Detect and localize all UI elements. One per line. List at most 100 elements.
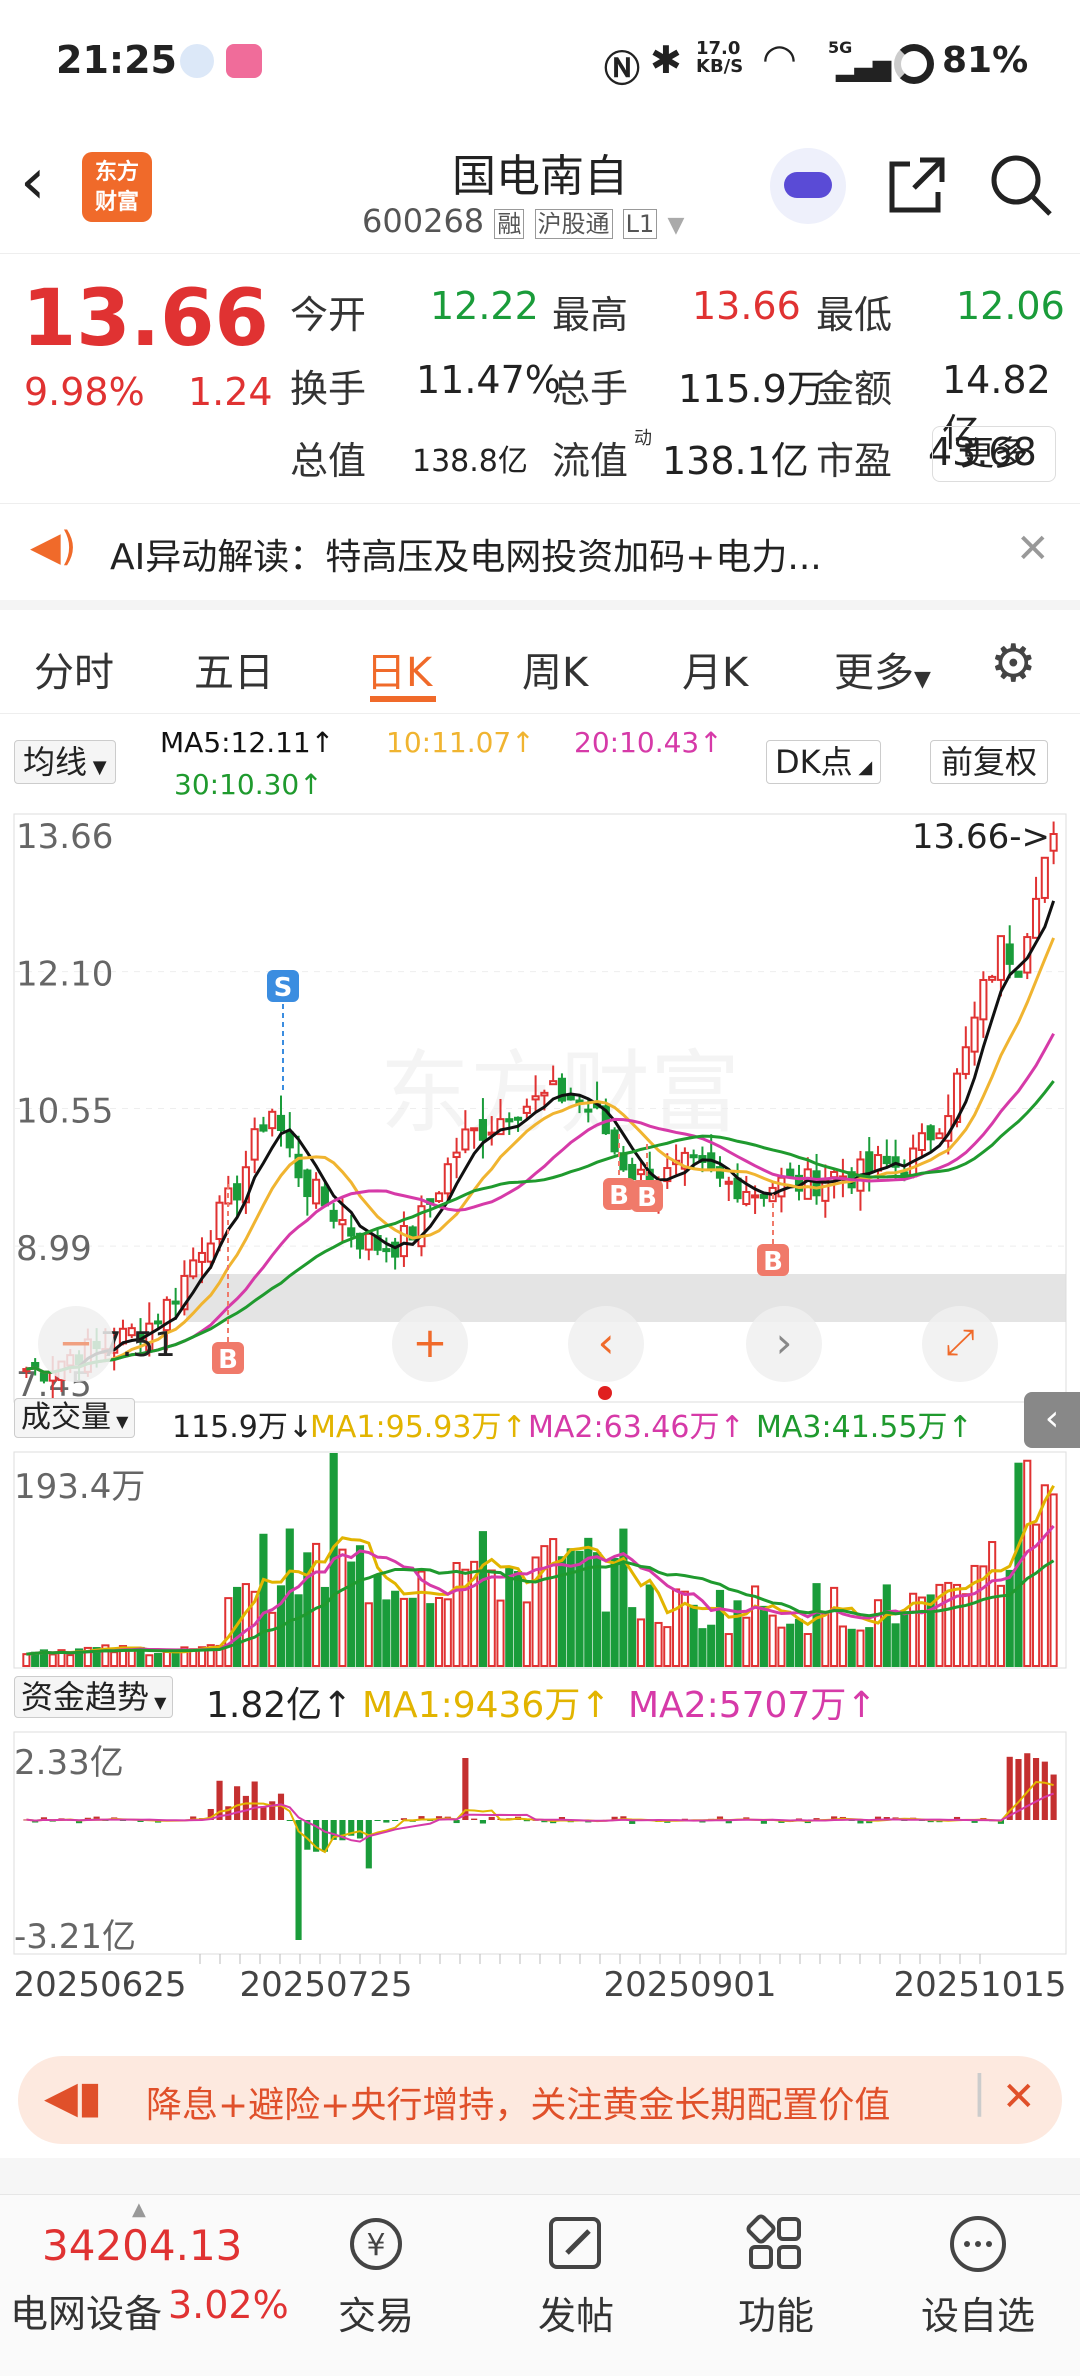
volume-bar bbox=[294, 1594, 303, 1667]
tab-more[interactable]: 更多▼ bbox=[834, 640, 931, 698]
quote-label: 总值 bbox=[290, 439, 367, 483]
candle-body bbox=[970, 1016, 979, 1053]
quote-value: 138.8亿 bbox=[412, 444, 528, 479]
volume-bar bbox=[452, 1562, 461, 1667]
caret-down-icon: ▼ bbox=[914, 667, 931, 692]
fund-panel-frame bbox=[13, 1731, 1067, 1955]
fund-bar bbox=[453, 1820, 460, 1824]
caret-down-icon: ▼ bbox=[111, 1412, 129, 1431]
more-quote-button[interactable]: 更多 bbox=[932, 426, 1056, 482]
zoom-in-button[interactable]: + bbox=[392, 1306, 468, 1382]
volume-bar bbox=[320, 1586, 329, 1668]
megaphone-icon: ◀▮ bbox=[44, 2072, 103, 2123]
candle-body bbox=[39, 1372, 49, 1382]
candle-body bbox=[610, 1129, 619, 1153]
buy-signal-badge-text: B bbox=[218, 1345, 238, 1375]
close-icon[interactable]: ✕ bbox=[1002, 2074, 1036, 2120]
volume-bar bbox=[434, 1597, 444, 1667]
function-icon bbox=[746, 2214, 801, 2269]
candle-body bbox=[382, 1248, 391, 1253]
fund-bar bbox=[365, 1820, 372, 1869]
volume-bar bbox=[426, 1603, 435, 1668]
tab-five-day[interactable]: 五日 bbox=[194, 640, 274, 698]
volume-bar bbox=[900, 1611, 909, 1668]
tab-intraday[interactable]: 分时 bbox=[34, 640, 114, 698]
period-tabs: 分时 五日 日K 周K 月K 更多▼ ⚙ bbox=[0, 610, 1080, 714]
close-icon[interactable]: ✕ bbox=[1016, 526, 1050, 572]
candle-body bbox=[154, 1320, 163, 1325]
settings-icon[interactable]: ⚙ bbox=[990, 634, 1037, 694]
volume-ma3: MA3:41.55万↑ bbox=[756, 1410, 973, 1445]
volume-bar bbox=[285, 1528, 294, 1668]
volume-selector[interactable]: 成交量 ▼ bbox=[14, 1398, 136, 1438]
candle-body bbox=[171, 1300, 180, 1305]
candle-body bbox=[786, 1168, 795, 1178]
sector-index[interactable]: ▲ 34204.13 电网设备 3.02% bbox=[0, 2195, 300, 2377]
volume-bar bbox=[338, 1548, 347, 1667]
volume-bar bbox=[531, 1556, 540, 1667]
fullscreen-button[interactable]: ⤢ bbox=[922, 1306, 998, 1382]
collapse-panel-icon[interactable]: ‹ bbox=[1024, 1392, 1080, 1448]
volume-bar bbox=[917, 1596, 926, 1667]
level-tag: L1 bbox=[622, 209, 658, 239]
candle-body bbox=[1014, 970, 1023, 978]
quote-value: 11.47% bbox=[416, 358, 561, 402]
fund-bar bbox=[295, 1820, 302, 1940]
candle-body bbox=[988, 975, 997, 981]
scroll-left-button[interactable]: ‹ bbox=[568, 1306, 644, 1382]
candle-body bbox=[751, 1194, 760, 1199]
promo-banner[interactable]: ◀▮ 降息+避险+央行增持，关注黄金长期配置价值 | ✕ bbox=[18, 2056, 1062, 2144]
ai-assistant-icon[interactable] bbox=[770, 148, 846, 224]
volume-bar bbox=[715, 1589, 725, 1667]
volume-ma2: MA2:63.46万↑ bbox=[528, 1410, 745, 1445]
candle-body bbox=[452, 1151, 461, 1159]
kline-svg[interactable]: 东方财富13.6612.1010.558.997.45SBB BB13.66->7… bbox=[0, 714, 1080, 2034]
volume-bar bbox=[66, 1654, 75, 1668]
notification-icon bbox=[180, 44, 214, 78]
candle-body bbox=[628, 1163, 637, 1181]
fund-ma1-line bbox=[26, 1781, 1054, 1854]
trade-icon: ¥ bbox=[350, 2218, 402, 2270]
tab-daily-k[interactable]: 日K bbox=[366, 640, 432, 698]
volume-bar bbox=[830, 1586, 839, 1668]
pe-dynamic-mark: 动 bbox=[634, 428, 652, 449]
candle-body bbox=[268, 1110, 277, 1130]
candle-body bbox=[312, 1178, 321, 1205]
candle-body bbox=[917, 1132, 926, 1151]
volume-bar bbox=[268, 1611, 277, 1667]
speaker-icon: ◀) bbox=[30, 524, 77, 570]
dropdown-icon[interactable]: ▼ bbox=[667, 213, 684, 238]
candle-body bbox=[996, 935, 1006, 981]
battery-icon bbox=[894, 44, 934, 84]
candle-body bbox=[979, 979, 988, 1021]
fund-trend-selector[interactable]: 资金趋势 ▼ bbox=[14, 1676, 174, 1718]
trade-button[interactable]: ¥ 交易 bbox=[296, 2213, 456, 2340]
buy-signal-badge-text: B bbox=[637, 1183, 657, 1213]
add-watchlist-button[interactable]: 设自选 bbox=[898, 2213, 1058, 2340]
sell-signal-badge-text: S bbox=[274, 973, 293, 1003]
volume-bar bbox=[487, 1569, 496, 1668]
post-button[interactable]: 发帖 bbox=[496, 2213, 656, 2340]
zoom-out-button[interactable]: − bbox=[38, 1306, 114, 1382]
tab-more-label: 更多 bbox=[834, 650, 914, 696]
candle-body bbox=[364, 1232, 373, 1251]
volume-bar bbox=[601, 1611, 610, 1667]
candle-body bbox=[31, 1362, 40, 1368]
bottom-toolbar: ▲ 34204.13 电网设备 3.02% ¥ 交易 发帖 功能 设自选 bbox=[0, 2194, 1080, 2376]
volume-bar bbox=[724, 1633, 733, 1668]
candle-body bbox=[443, 1163, 452, 1195]
candle-body bbox=[522, 1105, 531, 1114]
function-button[interactable]: 功能 bbox=[696, 2213, 856, 2340]
tab-monthly-k[interactable]: 月K bbox=[682, 640, 748, 698]
ai-insight-banner[interactable]: ◀) AI异动解读：特高压及电网投资加码+电力... ✕ bbox=[0, 504, 1080, 610]
volume-bar bbox=[549, 1538, 558, 1667]
search-icon[interactable] bbox=[988, 152, 1054, 218]
volume-bar bbox=[812, 1583, 821, 1668]
candle-body bbox=[830, 1170, 839, 1179]
tab-weekly-k[interactable]: 周K bbox=[522, 640, 588, 698]
volume-bar bbox=[417, 1570, 426, 1667]
candle-body bbox=[1040, 856, 1049, 899]
quote-label: 市盈 bbox=[816, 439, 893, 483]
share-icon[interactable] bbox=[884, 154, 948, 218]
scroll-right-button[interactable]: › bbox=[746, 1306, 822, 1382]
